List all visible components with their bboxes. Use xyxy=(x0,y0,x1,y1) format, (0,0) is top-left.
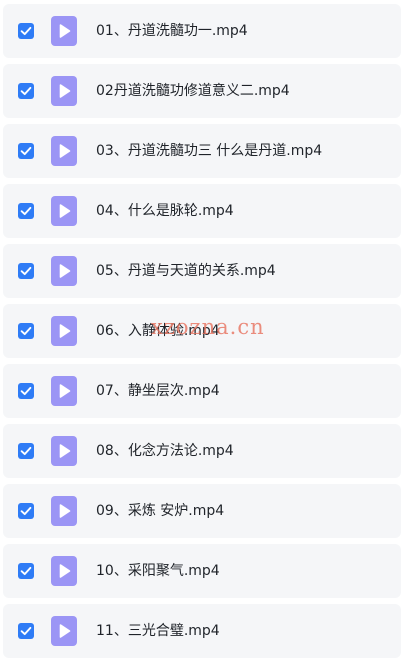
video-file-icon xyxy=(51,16,77,46)
file-name: 10、采阳聚气.mp4 xyxy=(96,563,220,579)
checkmark-icon xyxy=(20,266,32,276)
video-file-icon xyxy=(51,316,77,346)
file-list: 01、丹道洗髓功一.mp4 02丹道洗髓功修道意义二.mp4 03、丹道洗髓功三… xyxy=(0,0,402,658)
video-file-icon xyxy=(51,76,77,106)
file-name: 07、静坐层次.mp4 xyxy=(96,383,220,399)
file-name: 08、化念方法论.mp4 xyxy=(96,443,234,459)
file-row[interactable]: 09、采炼 安炉.mp4 xyxy=(3,484,401,538)
checkmark-icon xyxy=(20,626,32,636)
file-checkbox[interactable] xyxy=(18,143,34,159)
checkmark-icon xyxy=(20,446,32,456)
file-checkbox[interactable] xyxy=(18,203,34,219)
file-checkbox[interactable] xyxy=(18,623,34,639)
file-row[interactable]: 02丹道洗髓功修道意义二.mp4 xyxy=(3,64,401,118)
file-checkbox[interactable] xyxy=(18,23,34,39)
video-file-icon xyxy=(51,256,77,286)
file-row[interactable]: 08、化念方法论.mp4 xyxy=(3,424,401,478)
file-row[interactable]: 10、采阳聚气.mp4 xyxy=(3,544,401,598)
file-row[interactable]: 01、丹道洗髓功一.mp4 xyxy=(3,4,401,58)
video-file-icon xyxy=(51,196,77,226)
file-checkbox[interactable] xyxy=(18,443,34,459)
video-file-icon xyxy=(51,376,77,406)
file-row[interactable]: 03、丹道洗髓功三 什么是丹道.mp4 xyxy=(3,124,401,178)
file-name: 05、丹道与天道的关系.mp4 xyxy=(96,263,276,279)
file-name: 02丹道洗髓功修道意义二.mp4 xyxy=(96,83,290,99)
checkmark-icon xyxy=(20,86,32,96)
file-checkbox[interactable] xyxy=(18,263,34,279)
video-file-icon xyxy=(51,496,77,526)
file-checkbox[interactable] xyxy=(18,563,34,579)
file-row[interactable]: 06、入静体验.mp4 xyxy=(3,304,401,358)
file-name: 09、采炼 安炉.mp4 xyxy=(96,503,225,519)
checkmark-icon xyxy=(20,386,32,396)
video-file-icon xyxy=(51,136,77,166)
file-row[interactable]: 05、丹道与天道的关系.mp4 xyxy=(3,244,401,298)
video-file-icon xyxy=(51,436,77,466)
file-checkbox[interactable] xyxy=(18,503,34,519)
file-checkbox[interactable] xyxy=(18,323,34,339)
file-name: 06、入静体验.mp4 xyxy=(96,323,220,339)
checkmark-icon xyxy=(20,206,32,216)
checkmark-icon xyxy=(20,146,32,156)
video-file-icon xyxy=(51,616,77,646)
checkmark-icon xyxy=(20,506,32,516)
file-checkbox[interactable] xyxy=(18,383,34,399)
file-name: 01、丹道洗髓功一.mp4 xyxy=(96,23,248,39)
file-row[interactable]: 04、什么是脉轮.mp4 xyxy=(3,184,401,238)
file-name: 04、什么是脉轮.mp4 xyxy=(96,203,234,219)
file-row[interactable]: 11、三光合璧.mp4 xyxy=(3,604,401,658)
checkmark-icon xyxy=(20,566,32,576)
file-name: 03、丹道洗髓功三 什么是丹道.mp4 xyxy=(96,143,323,159)
checkmark-icon xyxy=(20,26,32,36)
file-name: 11、三光合璧.mp4 xyxy=(96,623,220,639)
file-checkbox[interactable] xyxy=(18,83,34,99)
checkmark-icon xyxy=(20,326,32,336)
video-file-icon xyxy=(51,556,77,586)
file-row[interactable]: 07、静坐层次.mp4 xyxy=(3,364,401,418)
